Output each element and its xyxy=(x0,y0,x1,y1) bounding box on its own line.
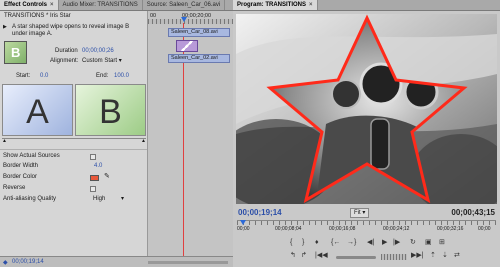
close-icon[interactable]: × xyxy=(50,2,54,8)
reverse-label: Reverse xyxy=(3,185,26,191)
antialias-dropdown[interactable]: High ▾ xyxy=(93,195,124,204)
start-value[interactable]: 0.0 xyxy=(40,72,48,81)
ruler-label: 00;00 xyxy=(237,226,250,232)
duration-value[interactable]: 00;00;00;26 xyxy=(82,47,114,56)
alignment-label: Alignment: xyxy=(50,58,79,64)
clip-b[interactable]: Saleen_Car_02.avi xyxy=(168,54,230,63)
program-tabbar: Program: TRANSITIONS × xyxy=(233,0,500,11)
chevron-down-icon: ▾ xyxy=(118,58,122,64)
lift-icon[interactable]: ⇡ xyxy=(430,252,436,260)
close-icon[interactable]: × xyxy=(309,2,313,8)
timeline-ruler xyxy=(148,19,233,24)
border-color-swatch[interactable] xyxy=(90,175,99,181)
chevron-down-icon: ▾ xyxy=(362,210,366,216)
mark-in-icon[interactable]: { xyxy=(290,239,292,247)
ruler-label: 00;00;08;04 xyxy=(275,226,302,232)
effect-timeline[interactable]: 00 00;00;20;00 Saleen_Car_08.avi Saleen_… xyxy=(148,11,233,267)
go-to-next-edit-icon[interactable]: ▶▶| xyxy=(411,252,424,260)
border-width-value[interactable]: 4.0 xyxy=(94,162,102,171)
clip-a[interactable]: Saleen_Car_08.avi xyxy=(168,28,230,37)
go-to-in-icon[interactable]: {← xyxy=(331,239,340,247)
border-width-label: Border Width xyxy=(3,163,39,169)
end-value[interactable]: 100.0 xyxy=(114,72,129,81)
effect-controls-footer: ◆ 00;00;19;14 xyxy=(0,256,233,267)
divider xyxy=(0,149,147,150)
antialias-label: Anti-aliasing Quality xyxy=(3,196,57,202)
current-timecode[interactable]: 00;00;19;14 xyxy=(238,208,282,217)
transport-controls: { } ♦ {← →} ◀| ▶ |▶ ↻ ▣ ⊞ ↰ ↱ |◀◀ ▶▶| ⇡ … xyxy=(233,236,500,267)
preview-a[interactable]: A xyxy=(2,84,73,136)
effect-settings-column: TRANSITIONS * Iris Star ▶ A star shaped … xyxy=(0,11,148,267)
ruler-label: 00;00;16;08 xyxy=(329,226,356,232)
transition-block[interactable] xyxy=(176,40,198,52)
jog-disk[interactable] xyxy=(381,254,407,260)
effect-controls-panel: Effect Controls × Audio Mixer: TRANSITION… xyxy=(0,0,233,267)
jog-right-icon[interactable]: ↱ xyxy=(301,252,307,260)
safe-margins-icon[interactable]: ▣ xyxy=(425,239,432,247)
show-actual-sources-label: Show Actual Sources xyxy=(3,153,60,159)
preview-b-letter: B xyxy=(99,93,122,131)
play-transition-icon[interactable]: ▶ xyxy=(3,23,7,32)
go-to-out-icon[interactable]: →} xyxy=(347,239,356,247)
tab-effect-controls[interactable]: Effect Controls × xyxy=(0,0,59,10)
video-viewer[interactable] xyxy=(236,14,497,204)
duration-label: Duration xyxy=(55,48,78,54)
program-timecode-bar: 00;00;19;14 Fit ▾ 00;00;43;15 xyxy=(233,207,500,218)
end-label: End: xyxy=(96,73,109,79)
alignment-dropdown[interactable]: Custom Start ▾ xyxy=(82,57,122,66)
tab-audio-mixer[interactable]: Audio Mixer: TRANSITIONS xyxy=(59,0,143,10)
footer-marker-icon[interactable]: ◆ xyxy=(3,259,8,266)
mark-out-icon[interactable]: } xyxy=(302,239,304,247)
eyedropper-icon[interactable]: ✎ xyxy=(104,172,110,181)
preview-b[interactable]: B xyxy=(75,84,146,136)
tab-source[interactable]: Source: Saleen_Car_06.avi xyxy=(143,0,226,10)
step-back-icon[interactable]: ◀| xyxy=(367,239,374,247)
start-slider[interactable]: ▲ ▲ xyxy=(2,138,146,144)
play-icon[interactable]: ▶ xyxy=(382,239,387,247)
ruler-label: 00;00 xyxy=(478,226,491,232)
start-label: Start: xyxy=(16,73,31,79)
ruler-label: 00;00;32;16 xyxy=(437,226,464,232)
go-to-previous-edit-icon[interactable]: |◀◀ xyxy=(315,252,328,260)
transition-thumbnail: B xyxy=(4,41,27,64)
playhead-icon[interactable] xyxy=(181,17,187,22)
extract-icon[interactable]: ⇣ xyxy=(442,252,448,260)
program-monitor-panel: Program: TRANSITIONS × 00;00;19;14 Fit ▾… xyxy=(233,0,500,267)
show-actual-sources-checkbox[interactable] xyxy=(90,154,96,160)
chevron-down-icon: ▾ xyxy=(121,196,125,202)
output-icon[interactable]: ⊞ xyxy=(439,239,445,247)
reverse-checkbox[interactable] xyxy=(90,186,96,192)
fit-dropdown[interactable]: Fit ▾ xyxy=(350,208,370,218)
trim-icon[interactable]: ⇄ xyxy=(454,252,460,260)
set-marker-icon[interactable]: ♦ xyxy=(315,239,319,247)
zoom-slider[interactable] xyxy=(148,261,228,264)
slider-handle-icon[interactable]: ▲ xyxy=(2,138,7,144)
shuttle-slider[interactable] xyxy=(336,256,376,259)
program-ruler[interactable]: 00;00 00;00;08;04 00;00;16;08 00;00;24;1… xyxy=(237,220,496,234)
step-forward-icon[interactable]: |▶ xyxy=(393,239,400,247)
tab-program[interactable]: Program: TRANSITIONS × xyxy=(233,0,318,10)
loop-icon[interactable]: ↻ xyxy=(410,239,416,247)
duration-timecode: 00;00;43;15 xyxy=(451,208,495,217)
playhead-icon[interactable] xyxy=(240,220,246,225)
effect-header-title: TRANSITIONS * Iris Star xyxy=(4,13,71,19)
effect-controls-tabbar: Effect Controls × Audio Mixer: TRANSITION… xyxy=(0,0,233,11)
video-frame xyxy=(236,14,497,204)
jog-left-icon[interactable]: ↰ xyxy=(290,252,296,260)
footer-timecode[interactable]: 00;00;19;14 xyxy=(12,259,44,265)
border-color-label: Border Color xyxy=(3,174,38,180)
slider-handle-end-icon[interactable]: ▲ xyxy=(141,138,146,144)
transition-description: A star shaped wipe opens to reveal image… xyxy=(12,24,130,37)
ruler-label: 00;00;24;12 xyxy=(383,226,410,232)
preview-a-letter: A xyxy=(26,93,49,131)
